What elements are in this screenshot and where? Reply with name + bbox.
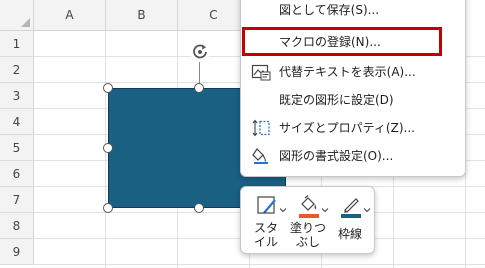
row-header-label: 3 [12,88,21,103]
resize-handle-bottom-left[interactable] [103,203,113,213]
resize-handle-bottom[interactable] [194,203,204,213]
row-header[interactable]: 3 [0,83,34,109]
row-header[interactable]: 5 [0,135,34,161]
row-header[interactable]: 4 [0,109,34,135]
mini-toolbar-label: 塗りつ ぶし [289,221,327,249]
highlight-box [242,27,442,56]
alt-text-icon [251,63,271,81]
chevron-down-icon[interactable] [279,199,287,213]
menu-item-set-default-shape[interactable]: 既定の図形に設定(D) [241,86,467,114]
chevron-down-icon[interactable] [321,199,329,213]
column-header-label: B [137,8,146,22]
column-header-label: A [65,8,74,22]
row-header-label: 4 [12,114,21,129]
row-header-label: 2 [12,62,21,77]
mini-toolbar-label: スタ イル [253,221,278,249]
mini-toolbar: スタ イル 塗りつ ぶし 枠線 [240,186,375,254]
menu-item-label: 図として保存(S)... [279,3,380,17]
column-header-b[interactable]: B [106,0,178,31]
menu-item-size-properties[interactable]: サイズとプロパティ(Z)... [241,114,467,142]
shape-styles-icon [256,194,278,220]
resize-handle-top[interactable] [194,83,204,93]
row-header-label: 8 [12,218,21,233]
row-header[interactable]: 7 [0,187,34,213]
shape-outline-button[interactable]: 枠線 [329,187,371,255]
shape-outline-icon [340,194,362,220]
row-header-label: 9 [12,244,21,259]
menu-item-format-shape[interactable]: 図形の書式設定(O)... [241,142,467,170]
row-header[interactable]: 6 [0,161,34,187]
chevron-down-icon[interactable] [363,199,371,213]
rotate-handle-icon[interactable] [189,41,211,63]
resize-handle-left[interactable] [103,143,113,153]
menu-item-save-as-picture[interactable]: 図として保存(S)... [241,0,467,24]
row-headers: 1 2 3 4 5 6 7 8 9 [0,31,34,265]
mini-toolbar-label: 枠線 [337,227,362,241]
format-shape-icon [251,147,271,165]
size-properties-icon [251,119,271,137]
shape-style-button[interactable]: スタ イル [245,187,287,255]
row-header[interactable]: 8 [0,213,34,239]
menu-item-view-alt-text[interactable]: 代替テキストを表示(A)... [241,58,467,86]
menu-item-label: 既定の図形に設定(D) [279,93,394,107]
shape-fill-button[interactable]: 塗りつ ぶし [287,187,329,255]
row-header[interactable]: 1 [0,31,34,57]
row-header-label: 5 [12,140,21,155]
menu-item-label: サイズとプロパティ(Z)... [279,121,415,135]
shape-fill-icon [298,194,320,220]
resize-handle-top-left[interactable] [103,83,113,93]
row-header-label: 1 [12,36,21,51]
row-header[interactable]: 9 [0,239,34,265]
column-header-a[interactable]: A [34,0,106,31]
select-all-corner[interactable] [0,0,34,31]
row-header[interactable]: 2 [0,57,34,83]
row-header-label: 6 [12,166,21,181]
menu-item-label: 図形の書式設定(O)... [279,149,394,163]
row-header-label: 7 [12,192,21,207]
menu-item-label: 代替テキストを表示(A)... [279,65,416,79]
column-header-label: C [209,8,218,22]
